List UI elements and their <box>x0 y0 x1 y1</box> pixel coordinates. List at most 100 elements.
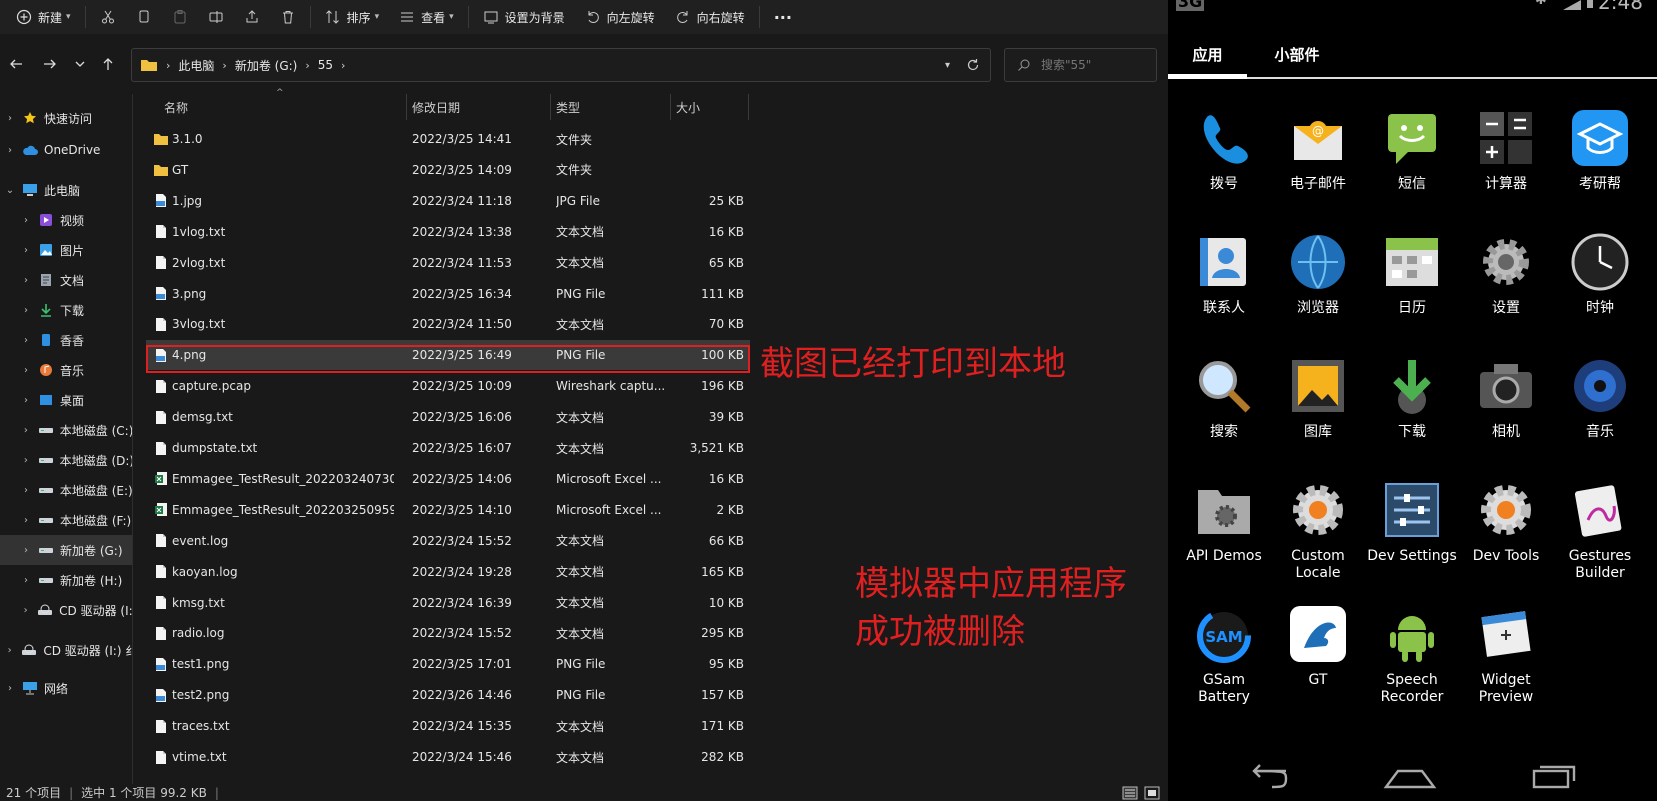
app-icon-tile[interactable]: 日历 <box>1365 232 1459 350</box>
chevron-right-icon[interactable]: › <box>20 545 32 556</box>
rotate-right-button[interactable]: 向右旋转 <box>665 2 755 32</box>
search-box[interactable] <box>1004 48 1157 82</box>
nav-item[interactable]: › 本地磁盘 (E:) <box>0 475 132 505</box>
app-icon-tile[interactable]: 拨号 <box>1177 108 1271 226</box>
address-dropdown-icon[interactable]: ▾ <box>945 60 950 71</box>
app-icon-tile[interactable]: Custom Locale <box>1271 480 1365 598</box>
set-background-button[interactable]: 设置为背景 <box>473 2 575 32</box>
column-separator[interactable] <box>670 94 671 120</box>
chevron-right-icon[interactable]: › <box>20 245 32 256</box>
chevron-right-icon[interactable]: › <box>20 335 32 346</box>
file-row[interactable]: event.log 2022/3/24 15:52 文本文档 66 KB <box>146 526 750 556</box>
column-size-header[interactable]: 大小 <box>676 92 736 122</box>
nav-item[interactable]: › 桌面 <box>0 385 132 415</box>
more-options-button[interactable]: ··· <box>764 2 802 32</box>
app-icon-tile[interactable]: Dev Tools <box>1459 480 1553 598</box>
nav-item[interactable]: › 香香 <box>0 325 132 355</box>
chevron-right-icon[interactable]: › <box>20 455 32 466</box>
cut-button[interactable] <box>90 2 126 32</box>
home-icon[interactable] <box>1382 759 1438 793</box>
nav-item[interactable]: › 本地磁盘 (F:) <box>0 505 132 535</box>
column-date-header[interactable]: 修改日期 <box>412 92 542 122</box>
chevron-right-icon[interactable]: › <box>20 515 32 526</box>
tab-apps[interactable]: 应用 <box>1168 30 1247 78</box>
app-icon-tile[interactable]: @ 电子邮件 <box>1271 108 1365 226</box>
refresh-icon[interactable] <box>966 58 980 72</box>
chevron-down-icon[interactable]: ⌄ <box>4 185 16 196</box>
file-row[interactable]: test2.png 2022/3/26 14:46 PNG File 157 KB <box>146 680 750 710</box>
pane-divider[interactable] <box>132 94 133 784</box>
column-type-header[interactable]: 类型 <box>556 92 656 122</box>
nav-item[interactable]: ⌄ 此电脑 <box>0 175 132 205</box>
app-icon-tile[interactable]: SAM GSam Battery <box>1177 604 1271 722</box>
chevron-right-icon[interactable]: › <box>20 305 32 316</box>
paste-button[interactable] <box>162 2 198 32</box>
file-row[interactable]: capture.pcap 2022/3/25 10:09 Wireshark cap… <box>146 371 750 401</box>
file-row[interactable]: 3vlog.txt 2022/3/24 11:50 文本文档 70 KB <box>146 309 750 339</box>
file-row[interactable]: 2vlog.txt 2022/3/24 11:53 文本文档 65 KB <box>146 248 750 278</box>
file-row[interactable]: 3.png 2022/3/25 16:34 PNG File 111 KB <box>146 279 750 309</box>
chevron-right-icon[interactable]: › <box>4 683 16 694</box>
nav-item[interactable]: › 文档 <box>0 265 132 295</box>
app-icon-tile[interactable]: 考研帮 <box>1553 108 1647 226</box>
up-button[interactable] <box>96 52 120 76</box>
file-row[interactable]: 3.1.0 2022/3/25 14:41 文件夹 <box>146 124 750 154</box>
nav-item[interactable]: › 视频 <box>0 205 132 235</box>
app-icon-tile[interactable]: 相机 <box>1459 356 1553 474</box>
tiles-view-icon[interactable] <box>1144 786 1160 800</box>
column-name-header[interactable]: 名称 <box>164 92 404 122</box>
app-icon-tile[interactable]: Gestures Builder <box>1553 480 1647 598</box>
view-button[interactable]: 查看 ▾ <box>389 2 464 32</box>
file-row[interactable]: Emmagee_TestResult_202203250959... 2022/3… <box>146 495 750 525</box>
app-icon-tile[interactable]: 联系人 <box>1177 232 1271 350</box>
app-icon-tile[interactable]: Speech Recorder <box>1365 604 1459 722</box>
recent-locations-button[interactable] <box>68 52 92 76</box>
file-row[interactable]: Emmagee_TestResult_202203240730... 2022/3… <box>146 464 750 494</box>
nav-item[interactable]: › 音乐 <box>0 355 132 385</box>
chevron-right-icon[interactable]: › <box>20 575 32 586</box>
nav-item[interactable]: › 下载 <box>0 295 132 325</box>
chevron-right-icon[interactable]: › <box>20 365 32 376</box>
nav-item[interactable]: › 图片 <box>0 235 132 265</box>
chevron-right-icon[interactable]: › <box>20 605 31 616</box>
file-row[interactable]: kmsg.txt 2022/3/24 16:39 文本文档 10 KB <box>146 588 750 618</box>
file-row[interactable]: test1.png 2022/3/25 17:01 PNG File 95 KB <box>146 649 750 679</box>
copy-button[interactable] <box>126 2 162 32</box>
column-separator[interactable] <box>550 94 551 120</box>
file-row[interactable]: kaoyan.log 2022/3/24 19:28 文本文档 165 KB <box>146 557 750 587</box>
app-icon-tile[interactable]: GT <box>1271 604 1365 722</box>
column-separator[interactable] <box>406 94 407 120</box>
app-icon-tile[interactable]: Widget Preview <box>1459 604 1553 722</box>
file-row[interactable]: demsg.txt 2022/3/25 16:06 文本文档 39 KB <box>146 402 750 432</box>
chevron-right-icon[interactable]: › <box>4 113 16 124</box>
rename-button[interactable] <box>198 2 234 32</box>
file-row[interactable]: vtime.txt 2022/3/24 15:46 文本文档 282 KB <box>146 742 750 772</box>
recent-apps-icon[interactable] <box>1530 759 1580 793</box>
chevron-right-icon[interactable]: › <box>20 425 32 436</box>
file-row[interactable]: traces.txt 2022/3/24 15:35 文本文档 171 KB <box>146 711 750 741</box>
app-icon-tile[interactable]: 下载 <box>1365 356 1459 474</box>
file-row[interactable]: dumpstate.txt 2022/3/25 16:07 文本文档 3,521 KB <box>146 433 750 463</box>
address-bar[interactable]: › 此电脑 › 新加卷 (G:) › 55 › ▾ <box>131 48 991 82</box>
back-icon[interactable] <box>1244 761 1294 795</box>
app-icon-tile[interactable]: 短信 <box>1365 108 1459 226</box>
nav-item[interactable]: › 新加卷 (H:) <box>0 565 132 595</box>
sort-button[interactable]: 排序 ▾ <box>315 2 390 32</box>
nav-item[interactable]: › 新加卷 (G:) <box>0 535 132 565</box>
new-button[interactable]: 新建 ▾ <box>6 2 81 32</box>
nav-item[interactable]: › CD 驱动器 (I:) 纟 <box>0 635 132 665</box>
app-icon-tile[interactable]: 设置 <box>1459 232 1553 350</box>
app-icon-tile[interactable]: 浏览器 <box>1271 232 1365 350</box>
share-button[interactable] <box>234 2 270 32</box>
nav-item[interactable]: › 网络 <box>0 673 132 703</box>
app-icon-tile[interactable]: Dev Settings <box>1365 480 1459 598</box>
forward-button[interactable] <box>38 52 62 76</box>
file-row[interactable]: radio.log 2022/3/24 15:52 文本文档 295 KB <box>146 618 750 648</box>
nav-item[interactable]: › 本地磁盘 (D:) <box>0 445 132 475</box>
chevron-right-icon[interactable]: › <box>20 215 32 226</box>
tab-widgets[interactable]: 小部件 <box>1247 30 1347 78</box>
file-row[interactable]: GT 2022/3/25 14:09 文件夹 <box>146 155 750 185</box>
breadcrumb-folder-55[interactable]: 55 <box>318 58 333 72</box>
app-icon-tile[interactable]: API Demos <box>1177 480 1271 598</box>
app-icon-tile[interactable]: 计算器 <box>1459 108 1553 226</box>
